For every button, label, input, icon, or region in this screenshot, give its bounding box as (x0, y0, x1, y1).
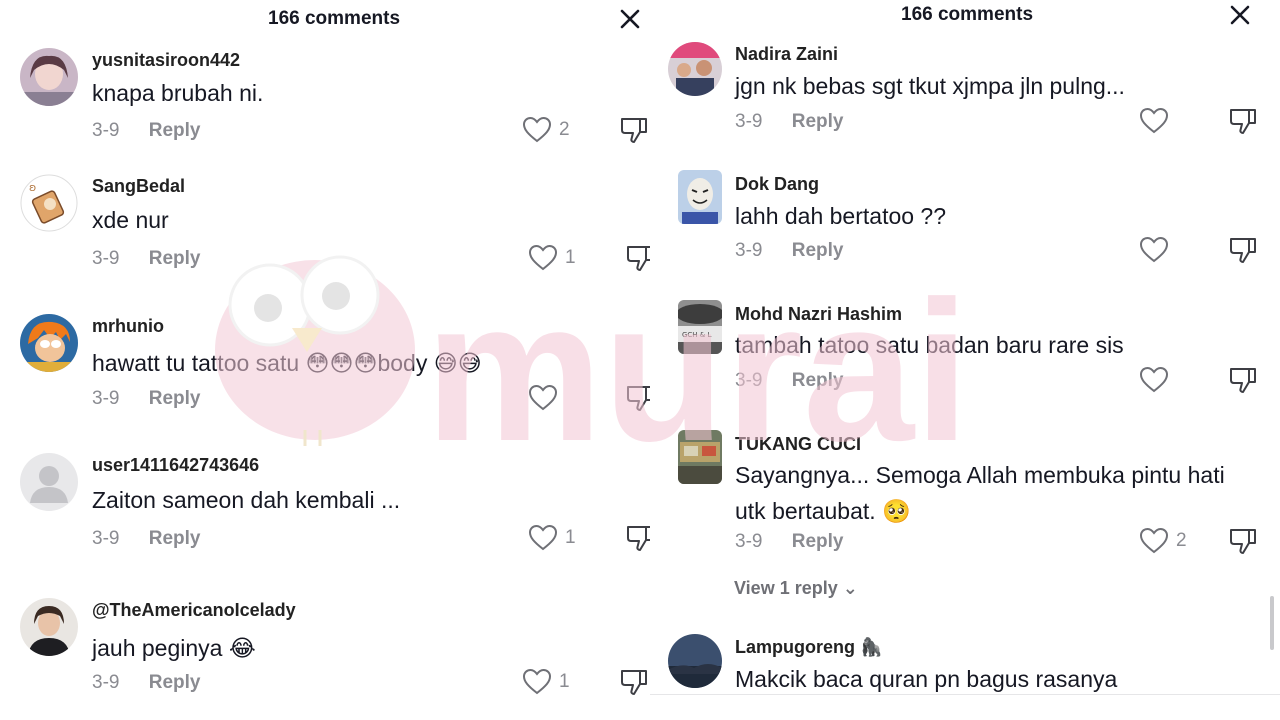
comment-username[interactable]: Nadira Zaini (735, 44, 838, 65)
avatar[interactable] (668, 634, 722, 688)
divider (650, 694, 1280, 695)
left-comments-panel: 166 comments yusnitasiroon442 knapa brub… (0, 0, 660, 720)
comment-text: jauh peginya 😂 (92, 635, 256, 661)
comment-meta: 3-9 Reply (92, 672, 201, 694)
comment-item: @TheAmericanoIcelady jauh peginya 😂 3-9 … (0, 553, 660, 696)
comment-text: tambah tatoo satu badan baru rare sis (735, 332, 1124, 358)
comment-meta: 3-9 Reply (735, 240, 844, 262)
comment-text: Zaiton sameon dah kembali ... (92, 487, 401, 513)
comment-text-line: Sayangnya... Semoga Allah membuka pintu … (735, 462, 1225, 488)
comment-item: Nadira Zaini jgn nk bebas sgt tkut xjmpa… (650, 0, 1280, 140)
reply-button[interactable]: Reply (149, 528, 201, 550)
comment-item: Dok Dang lahh dah bertatoo ?? 3-9 Reply (650, 130, 1280, 270)
avatar[interactable] (20, 314, 78, 372)
avatar[interactable]: GCH & L (678, 300, 722, 354)
comment-text: knapa brubah ni. (92, 80, 264, 106)
comment-meta: 3-9 Reply (92, 388, 201, 410)
like-count: 1 (565, 247, 576, 268)
comment-username[interactable]: Lampugoreng 🦍 (735, 637, 882, 658)
comment-text: jgn nk bebas sgt tkut xjmpa jln pulng... (735, 73, 1125, 99)
comment-date: 3-9 (92, 388, 120, 409)
avatar[interactable] (20, 48, 78, 106)
heart-icon (522, 668, 552, 695)
reply-button[interactable]: Reply (792, 531, 844, 553)
comment-date: 3-9 (735, 370, 763, 391)
comment-item: yusnitasiroon442 knapa brubah ni. 3-9 Re… (0, 0, 660, 143)
comment-date: 3-9 (92, 672, 120, 693)
comment-username[interactable]: yusnitasiroon442 (92, 50, 240, 71)
scrollbar[interactable] (1270, 596, 1274, 650)
comment-date: 3-9 (735, 531, 763, 552)
comment-username[interactable]: SangBedal (92, 176, 185, 197)
avatar[interactable] (20, 598, 78, 656)
comment-username[interactable]: TUKANG CUCI (735, 434, 861, 455)
avatar[interactable] (678, 430, 722, 484)
comment-text-line: utk bertaubat. 🥺 (735, 498, 911, 524)
comment-date: 3-9 (92, 248, 120, 269)
thumbs-down-icon (621, 670, 647, 695)
svg-text:GCH & L: GCH & L (682, 331, 711, 339)
dislike-button[interactable] (619, 667, 649, 697)
comment-meta: 3-9 Reply (735, 370, 844, 392)
reply-button[interactable]: Reply (792, 240, 844, 262)
comment-username[interactable]: mrhunio (92, 316, 164, 337)
avatar[interactable]: ʚ (20, 174, 78, 232)
comment-text: Makcik baca quran pn bagus rasanya (735, 666, 1118, 692)
reply-button[interactable]: Reply (149, 248, 201, 270)
comment-text: xde nur (92, 207, 169, 233)
comment-username[interactable]: @TheAmericanoIcelady (92, 600, 296, 621)
svg-text:ʚ: ʚ (29, 181, 36, 194)
like-button[interactable]: 2 (1139, 527, 1187, 555)
like-button[interactable]: 1 (522, 668, 570, 696)
comment-item: ʚ SangBedal xde nur 3-9 Reply 1 (0, 128, 660, 271)
comment-item: TUKANG CUCI Sayangnya... Semoga Allah me… (650, 390, 1280, 590)
view-replies-button[interactable]: View 1 reply ⌄ (734, 578, 858, 599)
like-count: 1 (565, 527, 576, 548)
like-count: 1 (559, 671, 570, 692)
comment-date: 3-9 (735, 240, 763, 261)
right-comments-panel: 166 comments Nadira Zaini jgn nk bebas s… (650, 0, 1280, 720)
heart-icon (1139, 527, 1169, 554)
comment-text: lahh dah bertatoo ?? (735, 203, 947, 229)
comment-text: Sayangnya... Semoga Allah membuka pintu … (735, 457, 1225, 529)
avatar[interactable] (20, 453, 78, 511)
reply-button[interactable]: Reply (792, 370, 844, 392)
comment-meta: 3-9 Reply (92, 528, 201, 550)
dislike-button[interactable] (1228, 526, 1258, 556)
thumbs-down-icon (1230, 529, 1256, 554)
comment-username[interactable]: Dok Dang (735, 174, 819, 195)
avatar[interactable] (668, 42, 722, 96)
comment-item: mrhunio hawatt tu tattoo satu 😳😳😳body 😅😅… (0, 268, 660, 411)
comment-text: hawatt tu tattoo satu 😳😳😳body 😅😅 (92, 350, 482, 376)
comment-item: GCH & L Mohd Nazri Hashim tambah tatoo s… (650, 260, 1280, 400)
comment-date: 3-9 (92, 528, 120, 549)
like-button[interactable]: 1 (528, 524, 576, 552)
reply-button[interactable]: Reply (149, 388, 201, 410)
avatar[interactable] (678, 170, 722, 224)
comment-item: user1411642743646 Zaiton sameon dah kemb… (0, 408, 660, 551)
heart-icon (528, 524, 558, 551)
comment-username[interactable]: user1411642743646 (92, 455, 259, 476)
reply-button[interactable]: Reply (149, 672, 201, 694)
comment-username[interactable]: Mohd Nazri Hashim (735, 304, 902, 325)
comment-item: Lampugoreng 🦍 Makcik baca quran pn bagus… (650, 630, 1280, 720)
comment-meta: 3-9 Reply (92, 248, 201, 270)
comment-meta: 3-9 Reply (735, 531, 844, 553)
like-count: 2 (1176, 530, 1187, 551)
